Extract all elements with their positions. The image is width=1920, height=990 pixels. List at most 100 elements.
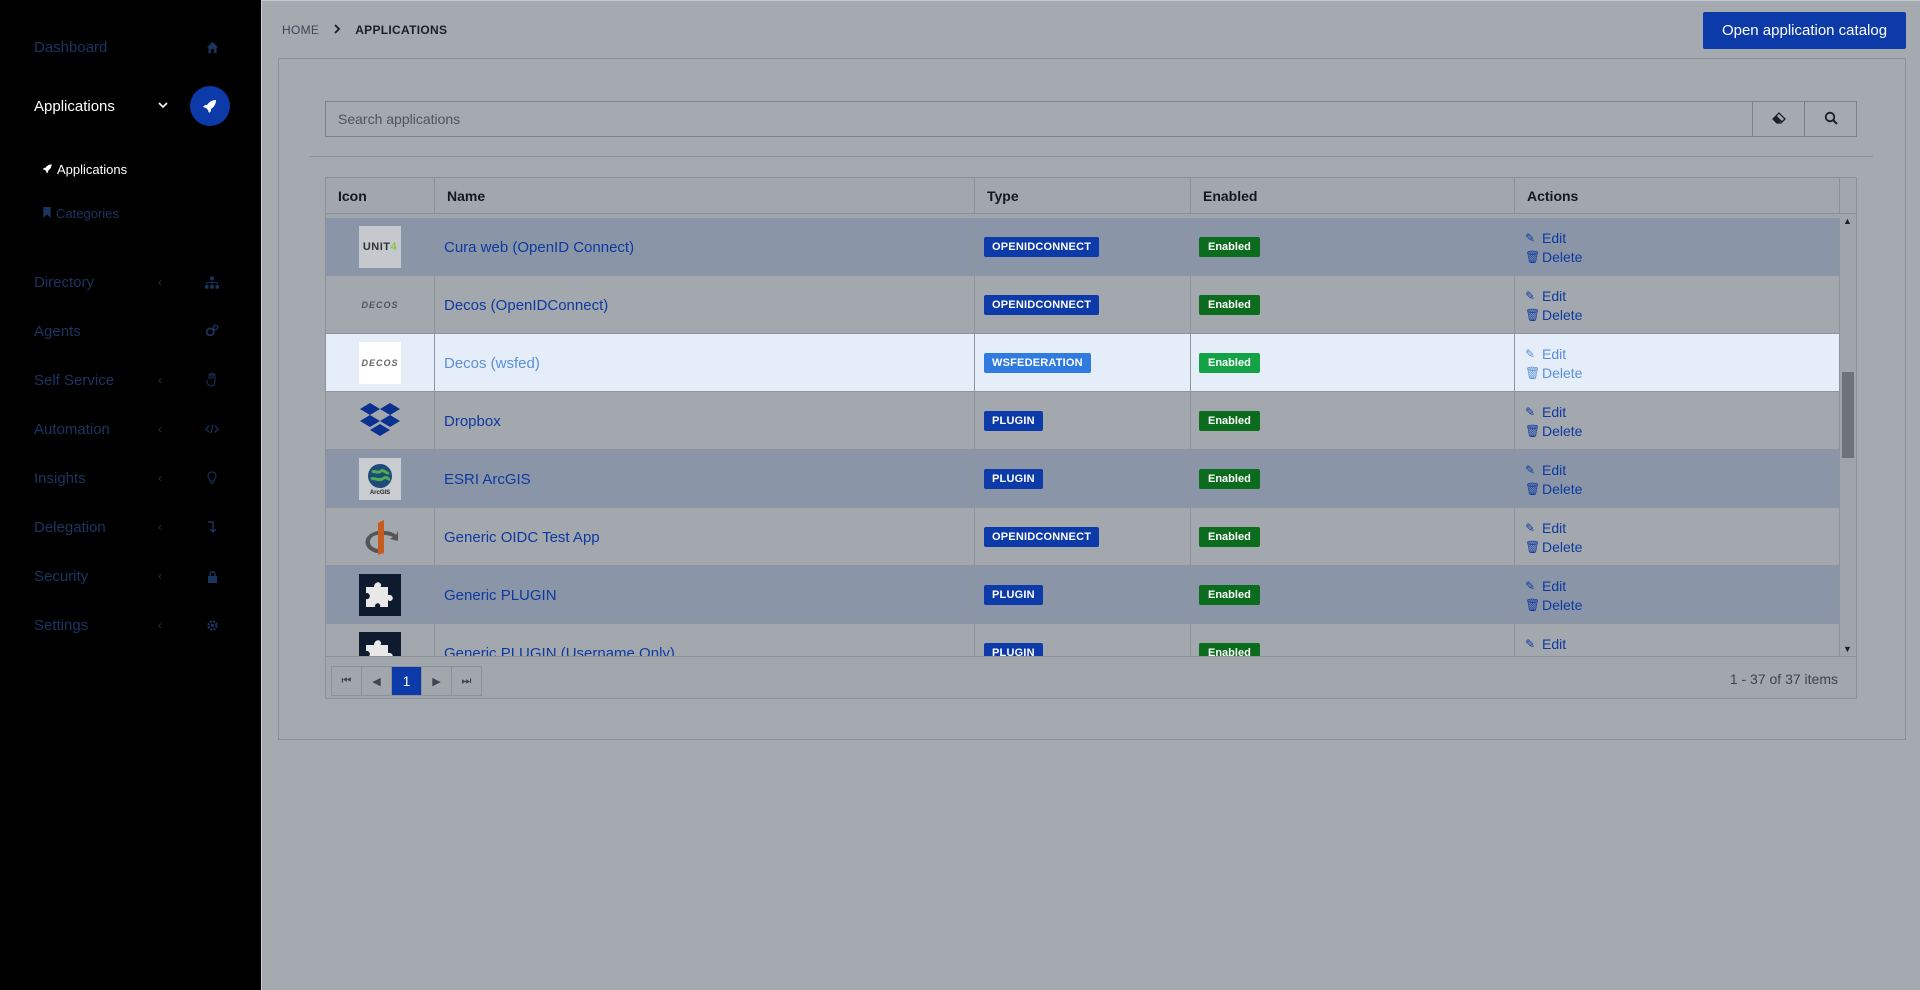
delete-link[interactable]: 🗑Delete [1525,365,1582,381]
column-header-icon[interactable]: Icon [326,178,435,214]
home-icon [204,39,220,55]
sidebar-item-security[interactable]: Security ‹ [34,556,234,596]
sidebar-item-insights[interactable]: Insights ‹ [34,458,234,498]
breadcrumb: HOME APPLICATIONS [282,23,447,37]
edit-link[interactable]: ✎ Edit [1525,346,1566,362]
first-page-icon: ⏮ [341,674,352,687]
sidebar-item-label: Security [34,567,89,585]
sidebar-item-agents[interactable]: Agents [34,311,234,351]
type-badge: PLUGIN [984,411,1043,431]
sidebar-item-label: Self Service [34,371,115,389]
sidebar-item-self-service[interactable]: Self Service ‹ [34,360,234,400]
delete-link[interactable]: 🗑Delete [1525,539,1582,555]
delete-link[interactable]: 🗑Delete [1525,481,1582,497]
app-name-link[interactable]: Decos (wsfed) [435,334,975,392]
table-row[interactable]: ArcGIS ESRI ArcGIS PLUGIN Enabled ✎ Edit … [326,450,1840,508]
subitem-categories[interactable]: Categories [42,206,119,221]
trash-icon: 🗑 [1525,597,1541,612]
puzzle-logo-icon [359,632,401,656]
hand-icon [204,372,220,388]
trash-icon: 🗑 [1525,249,1541,264]
bookmark-icon [42,206,52,221]
column-header-actions[interactable]: Actions [1515,178,1840,214]
pencil-icon: ✎ [1525,288,1536,303]
scrollbar-thumb[interactable] [1842,372,1854,458]
edit-link[interactable]: ✎ Edit [1525,288,1566,304]
code-icon [204,421,220,437]
status-badge: Enabled [1199,585,1260,605]
sidebar-item-dashboard[interactable]: Dashboard [34,27,234,67]
sidebar-item-settings[interactable]: Settings ‹ [34,605,234,645]
column-header-type[interactable]: Type [975,178,1191,214]
app-name-link[interactable]: Generic PLUGIN [435,566,975,624]
table-row[interactable]: Generic PLUGIN PLUGIN Enabled ✎ Edit 🗑 Del… [326,566,1840,624]
delete-link[interactable]: 🗑Delete [1525,307,1582,323]
table-scrollbar[interactable]: ▲ ▼ [1840,214,1856,656]
edit-link[interactable]: ✎ Edit [1525,578,1566,594]
table-row[interactable]: DECOS Decos (OpenIDConnect) OPENIDCONNEC… [326,276,1840,334]
breadcrumb-home[interactable]: HOME [282,23,319,37]
delete-link[interactable]: 🗑Delete [1525,597,1582,613]
trash-icon: 🗑 [1525,481,1541,496]
table-row[interactable]: Generic PLUGIN (Username Only) PLUGIN En… [326,624,1840,656]
level-down-icon [204,519,220,535]
sidebar-item-label: Automation [34,420,110,438]
page-number-button[interactable]: 1 [391,666,422,696]
edit-link[interactable]: ✎ Edit [1525,636,1566,652]
puzzle-logo-icon [359,574,401,616]
delete-link[interactable]: 🗑Delete [1525,249,1582,265]
app-name-link[interactable]: Decos (OpenIDConnect) [435,276,975,334]
applications-table: Icon Name Type Enabled Actions UNIT 4 Cur… [325,177,1857,699]
first-page-button[interactable]: ⏮ [331,666,362,696]
type-badge: PLUGIN [984,469,1043,489]
pencil-icon: ✎ [1525,230,1536,245]
sidebar-item-directory[interactable]: Directory ‹ [34,262,234,302]
gear-icon [204,617,220,633]
column-header-enabled[interactable]: Enabled [1191,178,1515,214]
chevron-down-icon [158,99,168,113]
search-button[interactable] [1804,102,1856,136]
sidebar-item-label: Insights [34,469,86,487]
scroll-up-icon[interactable]: ▲ [1843,216,1852,226]
table-row[interactable]: UNIT 4 Cura web (OpenID Connect) OPENIDCO… [326,218,1840,276]
chevron-left-icon: ‹ [158,275,162,289]
next-page-icon: ▶ [432,675,441,688]
app-name-link[interactable]: ESRI ArcGIS [435,450,975,508]
edit-link[interactable]: ✎ Edit [1525,230,1566,246]
table-header: Icon Name Type Enabled Actions [326,178,1856,214]
table-row-highlighted[interactable]: DECOS Decos (wsfed) WSFEDERATION Enabled… [326,334,1840,392]
delete-link[interactable]: 🗑Delete [1525,423,1582,439]
sidebar-item-automation[interactable]: Automation ‹ [34,409,234,449]
app-name-link[interactable]: Cura web (OpenID Connect) [435,218,975,276]
subitem-applications[interactable]: Applications [42,162,127,177]
sidebar-item-label: Directory [34,273,95,291]
edit-link[interactable]: ✎ Edit [1525,404,1566,420]
breadcrumb-current: APPLICATIONS [355,23,448,37]
next-page-button[interactable]: ▶ [421,666,452,696]
chevron-left-icon: ‹ [158,569,162,583]
type-badge: PLUGIN [984,585,1043,605]
pencil-icon: ✎ [1525,462,1536,477]
scroll-down-icon[interactable]: ▼ [1843,644,1852,654]
sitemap-icon [204,274,220,290]
lightbulb-icon [204,470,220,486]
prev-page-button[interactable]: ◀ [361,666,392,696]
last-page-button[interactable]: ⏭ [451,666,482,696]
edit-link[interactable]: ✎ Edit [1525,462,1566,478]
edit-link[interactable]: ✎ Edit [1525,520,1566,536]
main-content: HOME APPLICATIONS Open application catal… [261,0,1920,990]
type-badge: WSFEDERATION [984,353,1091,373]
app-name-link[interactable]: Dropbox [435,392,975,450]
subitem-label: Applications [57,162,128,177]
app-name-link[interactable]: Generic OIDC Test App [435,508,975,566]
type-badge: PLUGIN [984,643,1043,656]
app-name-link[interactable]: Generic PLUGIN (Username Only) [435,624,975,656]
sidebar-item-applications[interactable]: Applications [34,86,234,126]
table-row[interactable]: Generic OIDC Test App OPENIDCONNECT Enab… [326,508,1840,566]
table-row[interactable]: Dropbox PLUGIN Enabled ✎ Edit 🗑 Delete [326,392,1840,450]
column-header-name[interactable]: Name [435,178,975,214]
clear-search-button[interactable] [1752,102,1804,136]
sidebar-item-delegation[interactable]: Delegation ‹ [34,507,234,547]
open-application-catalog-button[interactable]: Open application catalog [1703,12,1906,49]
search-input[interactable] [326,102,1752,136]
